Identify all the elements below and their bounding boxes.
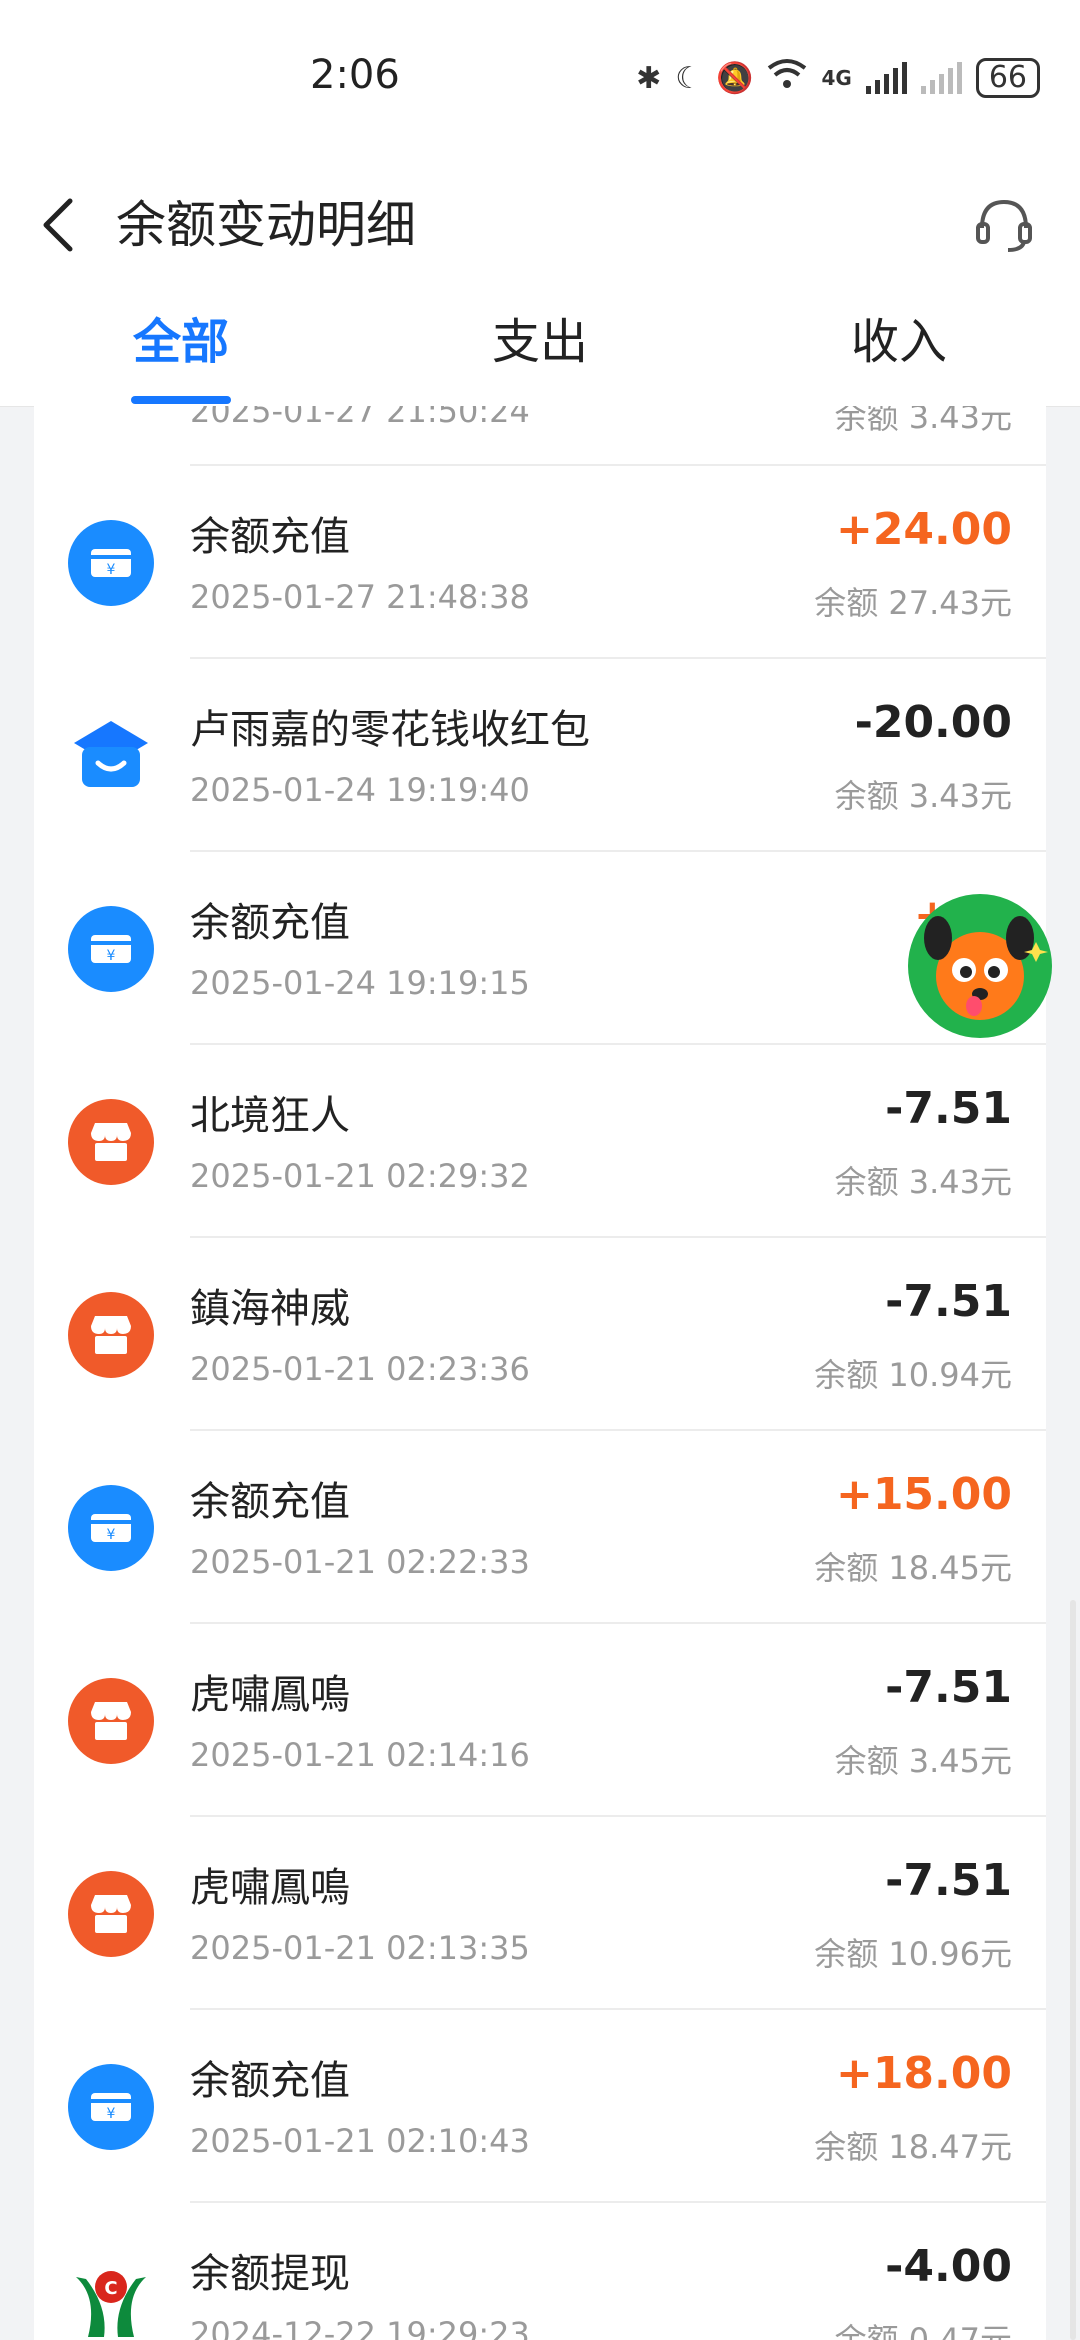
recharge-icon: ¥ (68, 2064, 154, 2150)
transaction-balance: 余额 18.45元 (814, 1549, 1012, 1587)
transaction-title: 余额充值 (190, 1479, 350, 1525)
headset-icon (976, 199, 1032, 252)
transaction-amount: +18.00 (835, 2048, 1012, 2099)
scrollbar[interactable] (1070, 1600, 1076, 2340)
wifi-icon (767, 58, 807, 98)
recharge-icon: ¥ (68, 520, 154, 606)
transaction-title: 余额提现 (190, 2251, 350, 2297)
transaction-row[interactable]: ¥余额充值2025-01-24 19:19:15+20余额 2 (34, 852, 1046, 1045)
status-bar: 2:06 ✱ ☾ 🔕 4G 66 (0, 0, 1080, 160)
bluetooth-icon: ✱ (636, 60, 662, 96)
transaction-date: 2025-01-21 02:10:43 (190, 2122, 530, 2160)
transaction-balance: 余额 3.43元 (834, 777, 1012, 815)
transaction-amount: -7.51 (885, 1083, 1012, 1134)
transaction-amount: -7.51 (885, 1855, 1012, 1906)
filter-tabs: 全部 支出 收入 (0, 288, 1080, 407)
tab-expense[interactable]: 支出 (440, 288, 640, 406)
transaction-title: 余额充值 (190, 2058, 350, 2104)
transaction-amount: -7.51 (885, 1276, 1012, 1327)
transaction-balance: 余额 0.47元 (834, 2321, 1012, 2340)
moon-icon: ☾ (675, 60, 703, 96)
back-button[interactable] (28, 180, 88, 270)
svg-text:¥: ¥ (107, 1527, 116, 1543)
signal-bars-icon (865, 62, 907, 94)
transaction-balance: 余额 10.94元 (814, 1356, 1012, 1394)
battery-indicator: 66 (975, 58, 1040, 98)
store-icon (68, 1678, 154, 1764)
transaction-row[interactable]: ¥ 余额充值 2025-01-21 02:22:33 +15.00 余额 18.45元 (34, 1431, 1046, 1624)
status-time: 2:06 (310, 52, 400, 98)
transaction-row[interactable]: 北境狂人 2025-01-21 02:29:32 -7.51 余额 3.43元 (34, 1045, 1046, 1238)
transaction-title: 余额充值 (190, 900, 350, 946)
signal-bars-secondary-icon (920, 62, 962, 94)
bank-logo-icon: C (68, 2257, 154, 2340)
network-type-label: 4G (821, 66, 852, 90)
transaction-title: 虎嘯鳳鳴 (190, 1672, 350, 1718)
svg-text:C: C (104, 2278, 117, 2299)
transaction-title: 鎮海神威 (190, 1286, 350, 1332)
transaction-date: 2025-01-21 02:23:36 (190, 1350, 530, 1388)
transaction-row[interactable]: 虎嘯鳳鳴 2025-01-21 02:14:16 -7.51 余额 3.45元 (34, 1624, 1046, 1817)
transaction-amount: +15.00 (835, 1469, 1012, 1520)
transaction-row[interactable]: 鎮海神威 2025-01-21 02:23:36 -7.51 余额 10.94元 (34, 1238, 1046, 1431)
transaction-balance: 余额 10.96元 (814, 1935, 1012, 1973)
recharge-icon: ¥ (68, 906, 154, 992)
transaction-row[interactable]: ¥ 余额充值 2025-01-21 02:10:43 +18.00 余额 18.47元 (34, 2010, 1046, 2203)
transaction-balance: 余额 27.43元 (814, 584, 1012, 622)
svg-text:¥: ¥ (107, 562, 116, 578)
transaction-amount: -7.51 (885, 1662, 1012, 1713)
transaction-date: 2025-01-24 19:19:40 (190, 771, 530, 809)
bell-off-icon: 🔕 (716, 60, 754, 96)
transaction-title: 虎嘯鳳鳴 (190, 1865, 350, 1911)
transaction-balance: 余额 3.43元 (834, 406, 1012, 436)
header: 余额变动明细 (0, 160, 1080, 288)
tab-income[interactable]: 收入 (799, 288, 999, 406)
transaction-title: 余额充值 (190, 514, 350, 560)
svg-text:¥: ¥ (107, 2106, 116, 2122)
transaction-title: 北境狂人 (190, 1093, 350, 1139)
transaction-date: 2025-01-27 21:50:24 (190, 406, 530, 430)
transaction-amount: -20.00 (854, 697, 1012, 748)
recharge-icon: ¥ (68, 1485, 154, 1571)
svg-text:¥: ¥ (107, 948, 116, 964)
store-icon (68, 1871, 154, 1957)
transaction-row[interactable]: C 余额提现 2024-12-22 19:29:23 -4.00 余额 0.47元 (34, 2203, 1046, 2340)
floating-mascot-button[interactable] (908, 894, 1052, 1038)
mascot-icon (924, 916, 1048, 1020)
graduation-cap-icon (68, 713, 154, 799)
active-tab-indicator (131, 396, 231, 404)
transaction-date: 2025-01-21 02:22:33 (190, 1543, 530, 1581)
transaction-date: 2025-01-21 02:14:16 (190, 1736, 530, 1774)
list-item-partial[interactable]: 2025-01-27 21:50:24 余额 3.43元 (34, 406, 1046, 466)
transaction-date: 2025-01-21 02:29:32 (190, 1157, 530, 1195)
store-icon (68, 1099, 154, 1185)
transaction-date: 2025-01-21 02:13:35 (190, 1929, 530, 1967)
transaction-amount: -4.00 (885, 2241, 1012, 2292)
status-icons: ✱ ☾ 🔕 4G 66 (636, 58, 1040, 98)
transaction-balance: 余额 3.45元 (834, 1742, 1012, 1780)
transaction-row[interactable]: 虎嘯鳳鳴 2025-01-21 02:13:35 -7.51 余额 10.96元 (34, 1817, 1046, 2010)
transaction-balance: 余额 3.43元 (834, 1163, 1012, 1201)
transaction-title: 卢雨嘉的零花钱收红包 (190, 707, 590, 753)
transaction-date: 2025-01-27 21:48:38 (190, 578, 530, 616)
transaction-row[interactable]: 卢雨嘉的零花钱收红包 2025-01-24 19:19:40 -20.00 余额 3.… (34, 659, 1046, 852)
transaction-date: 2024-12-22 19:29:23 (190, 2315, 530, 2340)
customer-service-button[interactable] (964, 184, 1044, 264)
store-icon (68, 1292, 154, 1378)
transaction-list[interactable]: 2025-01-27 21:50:24 余额 3.43元 ¥ 余额充值 2025-0… (34, 406, 1046, 2340)
transaction-date: 2025-01-24 19:19:15 (190, 964, 530, 1002)
chevron-left-icon (43, 198, 73, 252)
page-title: 余额变动明细 (116, 196, 416, 254)
transaction-amount: +24.00 (835, 504, 1012, 555)
transaction-row[interactable]: ¥ 余额充值 2025-01-27 21:48:38 +24.00 余额 27.43元 (34, 466, 1046, 659)
tab-all[interactable]: 全部 (81, 288, 281, 406)
transaction-balance: 余额 18.47元 (814, 2128, 1012, 2166)
